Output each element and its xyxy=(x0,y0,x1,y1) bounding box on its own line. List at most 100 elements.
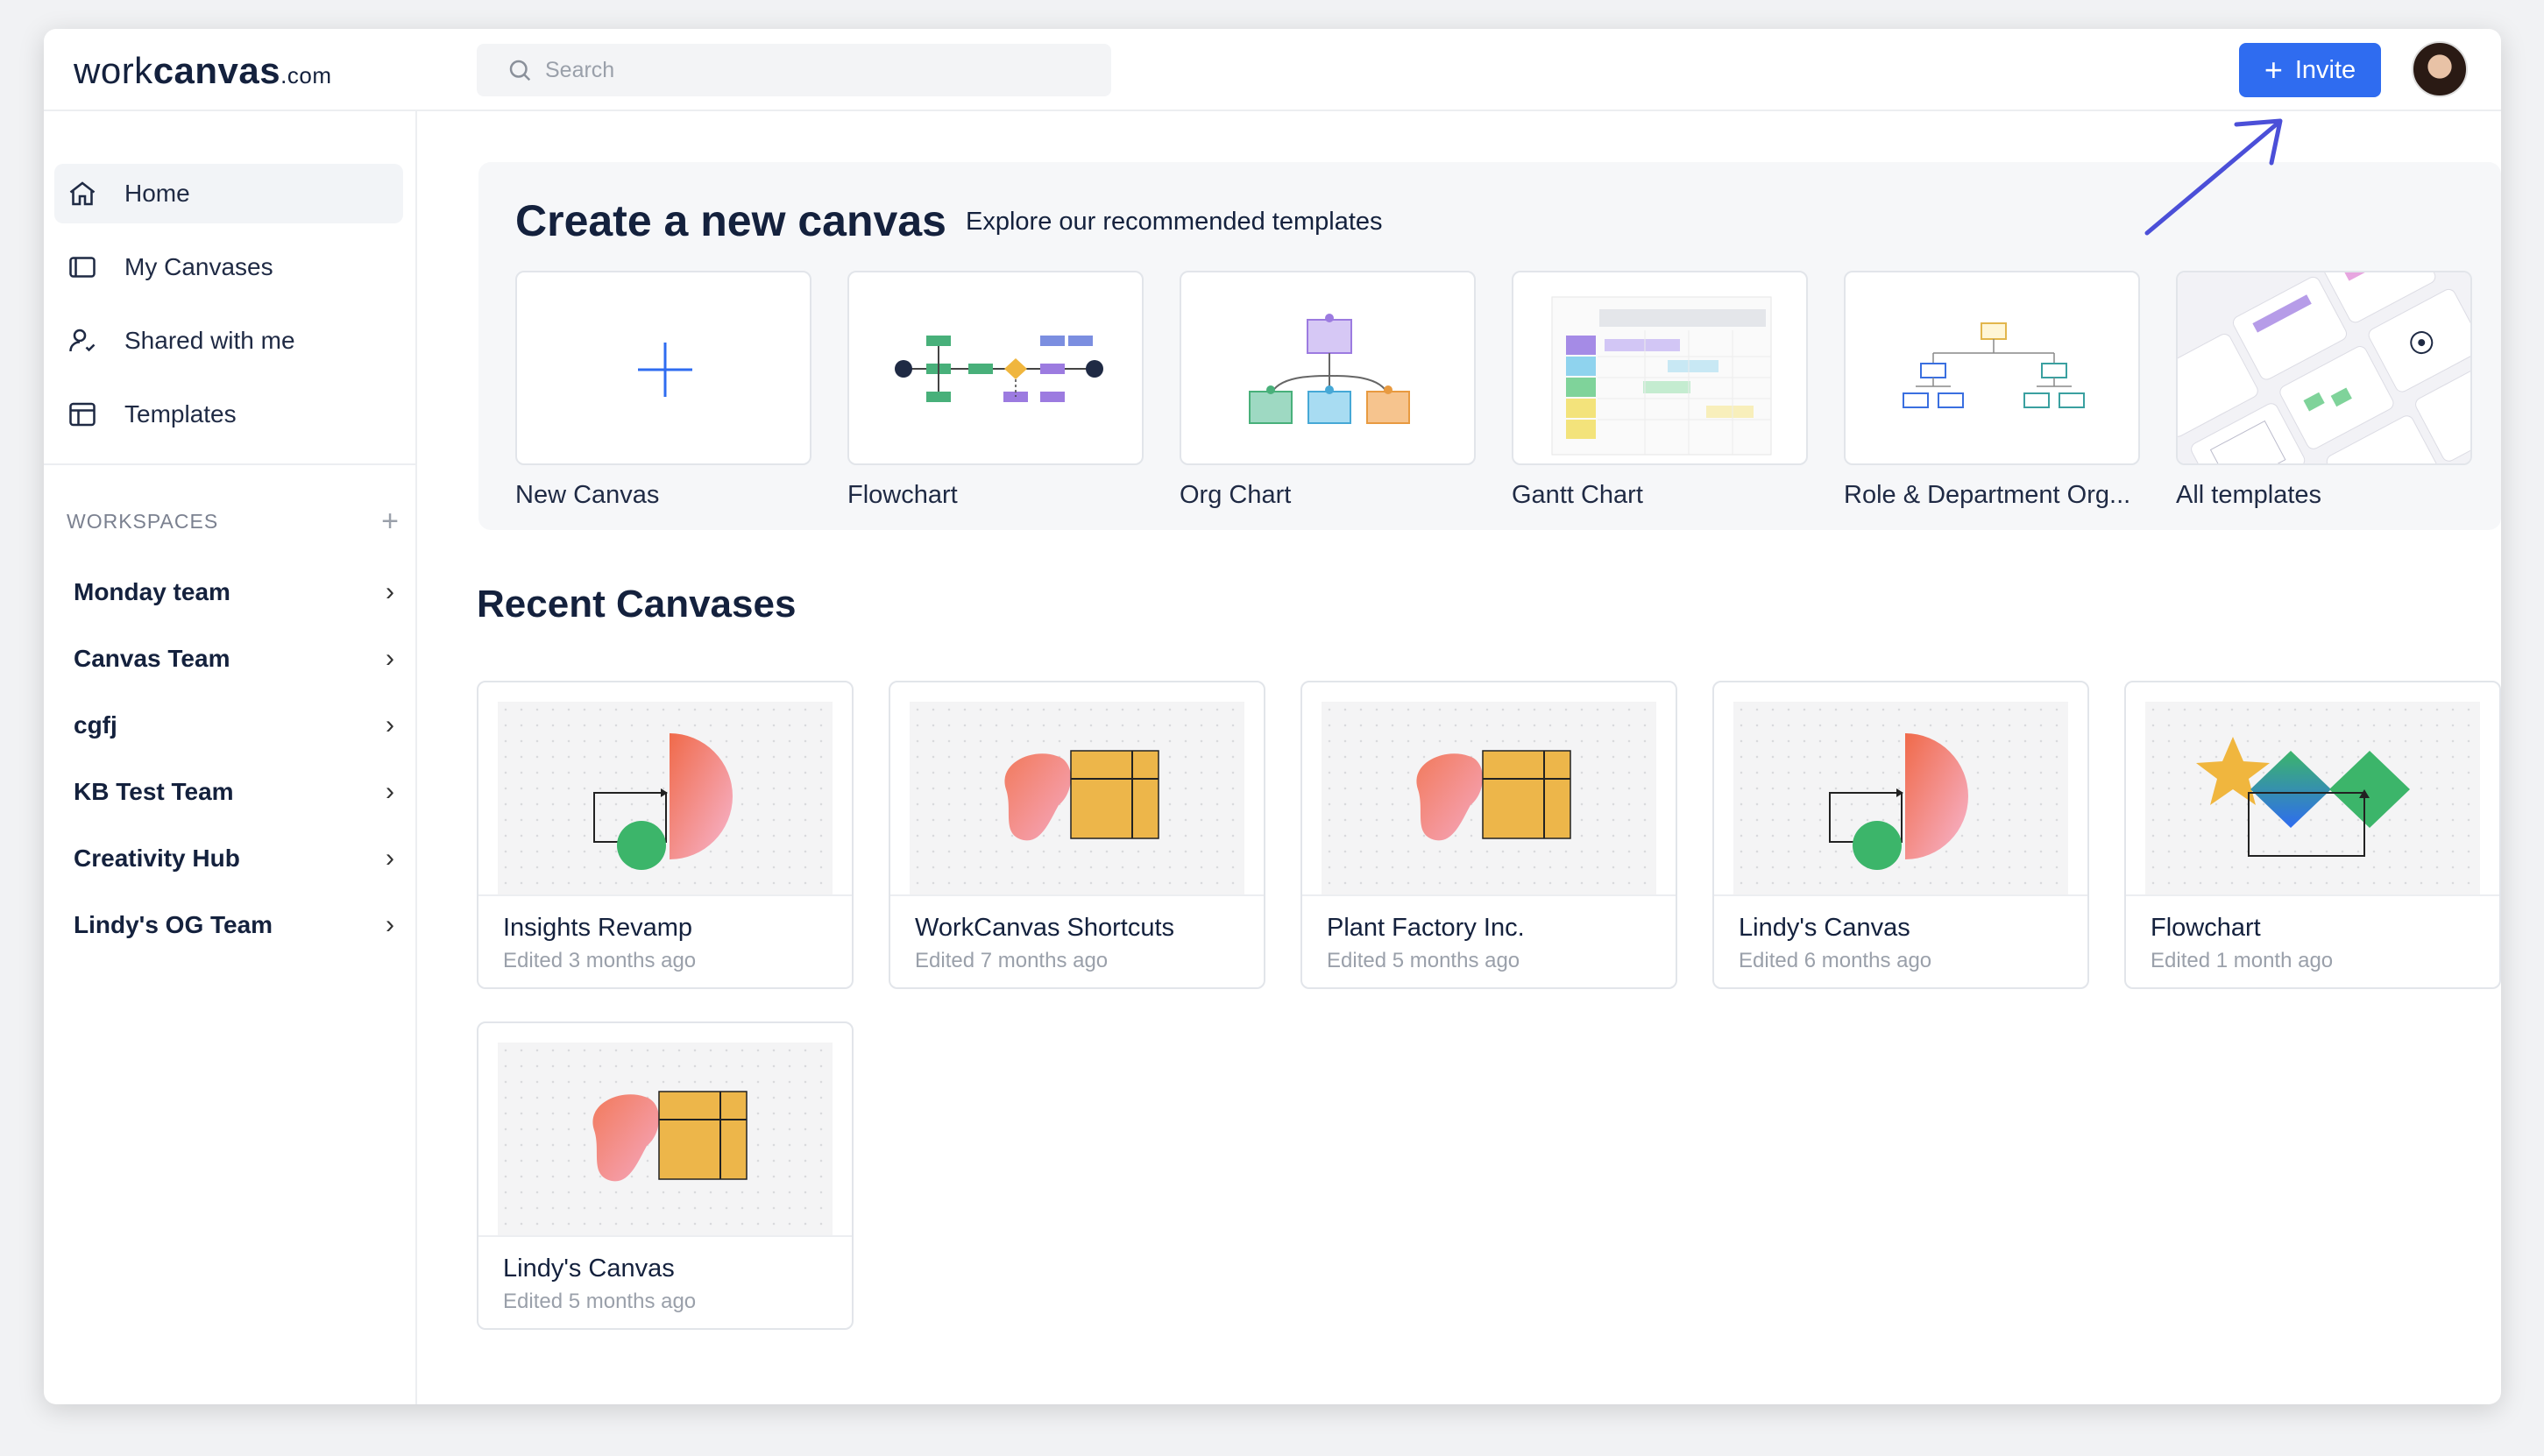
workspace-item[interactable]: Canvas Team › xyxy=(74,637,394,681)
card-divider xyxy=(478,1235,852,1237)
nav-item-shared[interactable]: Shared with me xyxy=(54,311,403,371)
add-workspace-icon[interactable]: + xyxy=(381,505,400,539)
create-title: Create a new canvas xyxy=(515,196,946,245)
canvas-card[interactable]: Lindy's Canvas Edited 5 months ago xyxy=(477,1021,854,1330)
workspace-label: Canvas Team xyxy=(74,645,230,672)
canvas-card[interactable]: WorkCanvas Shortcuts Edited 7 months ago xyxy=(889,681,1265,989)
canvas-edited: Edited 5 months ago xyxy=(1327,949,1520,972)
gantt-chart-thumbnail xyxy=(1551,296,1772,456)
canvas-thumbnail xyxy=(1733,702,2068,894)
home-icon xyxy=(69,181,96,206)
logo-text: work xyxy=(74,50,153,91)
top-bar: workcanvas.com + Invite xyxy=(44,29,2501,111)
template-role-department-org[interactable]: Role & Department Org... xyxy=(1844,271,2140,510)
card-divider xyxy=(478,894,852,896)
recent-canvases-title: Recent Canvases xyxy=(477,583,797,626)
canvas-card[interactable]: Flowchart Edited 1 month ago xyxy=(2124,681,2501,989)
workspace-item[interactable]: KB Test Team › xyxy=(74,770,394,814)
template-card[interactable] xyxy=(1844,271,2140,465)
chevron-right-icon: › xyxy=(386,910,394,939)
canvas-edited: Edited 7 months ago xyxy=(915,949,1109,972)
create-subtitle: Explore our recommended templates xyxy=(966,208,1383,236)
canvas-icon xyxy=(69,257,96,278)
all-templates-thumbnail xyxy=(2178,272,2470,463)
template-card[interactable] xyxy=(1180,271,1476,465)
canvas-thumbnail xyxy=(2145,702,2480,894)
template-flowchart[interactable]: Flowchart xyxy=(847,271,1144,510)
logo-domain: .com xyxy=(280,62,332,88)
nav-label-templates: Templates xyxy=(124,400,237,428)
nav-item-my-canvases[interactable]: My Canvases xyxy=(54,237,403,297)
canvas-name: Lindy's Canvas xyxy=(1739,914,1910,942)
canvas-card[interactable]: Insights Revamp Edited 3 months ago xyxy=(477,681,854,989)
template-card[interactable] xyxy=(1512,271,1808,465)
canvas-card[interactable]: Plant Factory Inc. Edited 5 months ago xyxy=(1300,681,1677,989)
card-divider xyxy=(1714,894,2087,896)
canvas-edited: Edited 1 month ago xyxy=(2151,949,2334,972)
sidebar: Home My Canvases Shared with me Template… xyxy=(44,111,417,1404)
avatar[interactable] xyxy=(2412,41,2468,97)
canvas-name: Flowchart xyxy=(2151,914,2261,942)
template-label: Gantt Chart xyxy=(1512,481,1643,509)
template-label: All templates xyxy=(2176,481,2322,509)
template-card[interactable] xyxy=(2176,271,2472,465)
card-divider xyxy=(1302,894,1676,896)
canvas-thumbnail xyxy=(1322,702,1656,894)
template-all-templates[interactable]: All templates xyxy=(2176,271,2472,510)
card-divider xyxy=(2126,894,2499,896)
canvas-thumbnail xyxy=(498,702,833,894)
search-bar[interactable] xyxy=(477,44,1111,96)
flowchart-thumbnail xyxy=(895,336,1103,402)
workspace-item[interactable]: Creativity Hub › xyxy=(74,837,394,880)
canvas-edited: Edited 3 months ago xyxy=(503,949,697,972)
department-org-thumbnail xyxy=(1903,322,2085,408)
workspace-label: Lindy's OG Team xyxy=(74,911,273,938)
template-card[interactable] xyxy=(515,271,811,465)
canvas-card[interactable]: Lindy's Canvas Edited 6 months ago xyxy=(1712,681,2089,989)
chevron-right-icon: › xyxy=(386,844,394,873)
canvas-thumbnail xyxy=(910,702,1244,894)
template-label: Flowchart xyxy=(847,481,958,509)
logo-text-bold: canvas xyxy=(152,50,281,91)
template-label: Org Chart xyxy=(1180,481,1292,509)
template-card[interactable] xyxy=(847,271,1144,465)
template-label: Role & Department Org... xyxy=(1844,481,2131,509)
workspace-item[interactable]: Monday team › xyxy=(74,570,394,614)
org-chart-thumbnail xyxy=(1249,314,1410,424)
template-org-chart[interactable]: Org Chart xyxy=(1180,271,1476,510)
invite-label: Invite xyxy=(2294,55,2356,84)
user-share-icon xyxy=(69,329,96,352)
chevron-right-icon: › xyxy=(386,644,394,673)
plus-icon: + xyxy=(2264,52,2283,88)
workspace-label: KB Test Team xyxy=(74,778,234,805)
workspace-label: cgfj xyxy=(74,711,117,739)
search-input[interactable] xyxy=(545,57,1071,83)
canvas-name: Lindy's Canvas xyxy=(503,1255,675,1283)
app-window: workcanvas.com + Invite Home My Canvases… xyxy=(44,29,2501,1404)
workspace-item[interactable]: cgfj › xyxy=(74,703,394,747)
sidebar-divider xyxy=(44,463,417,465)
nav-label-home: Home xyxy=(124,180,190,207)
card-divider xyxy=(890,894,1264,896)
template-icon xyxy=(69,402,96,427)
plus-icon xyxy=(638,343,692,397)
canvas-thumbnail xyxy=(498,1043,833,1235)
nav-item-home[interactable]: Home xyxy=(54,164,403,223)
search-icon xyxy=(509,60,531,81)
canvas-name: Plant Factory Inc. xyxy=(1327,914,1525,942)
workspaces-heading: WORKSPACES xyxy=(67,510,219,533)
invite-button[interactable]: + Invite xyxy=(2239,43,2381,97)
nav-label-my-canvases: My Canvases xyxy=(124,253,273,280)
nav-label-shared: Shared with me xyxy=(124,327,295,354)
annotation-arrow-icon xyxy=(2144,118,2283,236)
logo[interactable]: workcanvas.com xyxy=(74,50,331,92)
nav-item-templates[interactable]: Templates xyxy=(54,385,403,444)
canvas-edited: Edited 5 months ago xyxy=(503,1290,697,1313)
chevron-right-icon: › xyxy=(386,777,394,806)
workspaces-header: WORKSPACES + xyxy=(67,505,400,539)
chevron-right-icon: › xyxy=(386,577,394,606)
template-new-canvas[interactable]: New Canvas xyxy=(515,271,811,510)
template-gantt-chart[interactable]: Gantt Chart xyxy=(1512,271,1808,510)
template-label: New Canvas xyxy=(515,481,660,509)
workspace-item[interactable]: Lindy's OG Team › xyxy=(74,903,394,947)
